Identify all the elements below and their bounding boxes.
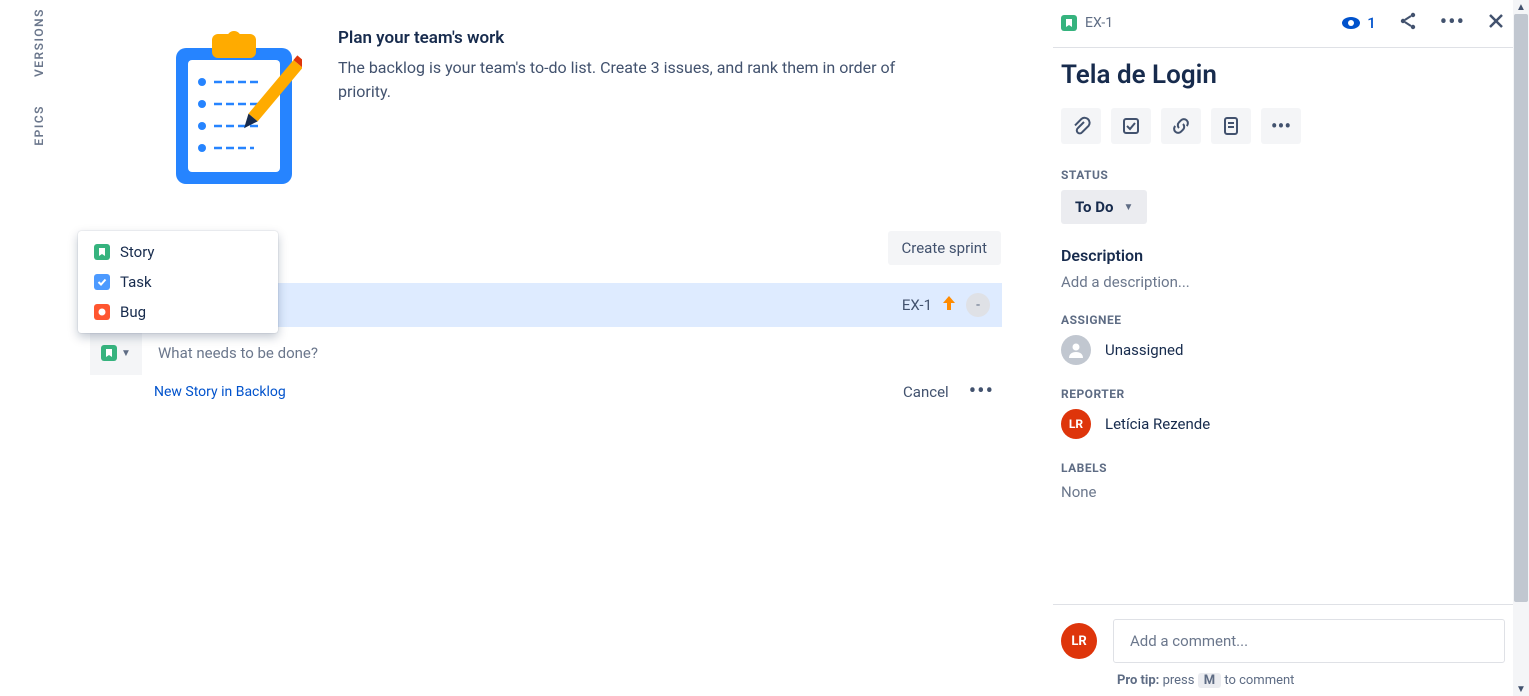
reporter-avatar: LR — [1061, 409, 1091, 439]
share-icon[interactable] — [1398, 11, 1418, 35]
close-icon[interactable] — [1487, 12, 1505, 34]
assignee-value: Unassigned — [1105, 341, 1183, 359]
inline-create-issue: ▼ New Story in Backlog Cancel ••• — [90, 331, 1002, 404]
issue-type-option-bug[interactable]: Bug — [78, 297, 278, 327]
description-field[interactable]: Add a description... — [1061, 273, 1505, 291]
vertical-scrollbar[interactable]: ▲ ▼ — [1513, 0, 1529, 696]
issue-type-option-story[interactable]: Story — [78, 237, 278, 267]
clipboard-illustration — [172, 28, 302, 188]
link-button[interactable] — [1161, 108, 1201, 144]
scroll-thumb[interactable] — [1514, 14, 1528, 602]
more-actions-icon[interactable]: ••• — [969, 379, 994, 404]
reporter-label: REPORTER — [1061, 387, 1505, 401]
issue-type-option-task[interactable]: Task — [78, 267, 278, 297]
attachment-icon — [1071, 116, 1091, 136]
issue-key[interactable]: EX-1 — [1085, 15, 1113, 31]
status-label: STATUS — [1061, 168, 1505, 182]
bug-icon — [94, 304, 110, 320]
issue-type-dropdown[interactable]: Story Task Bug — [78, 231, 278, 333]
issue-type-label: Story — [120, 243, 155, 261]
more-dots-icon: ••• — [1271, 114, 1291, 138]
add-subtask-button[interactable] — [1111, 108, 1151, 144]
issue-summary-input[interactable] — [154, 334, 1002, 372]
status-value: To Do — [1075, 198, 1113, 216]
story-icon — [94, 244, 110, 260]
add-page-button[interactable] — [1211, 108, 1251, 144]
inline-create-helper: New Story in Backlog — [154, 384, 286, 400]
reporter-field[interactable]: LR Letícia Rezende — [1061, 409, 1505, 439]
reporter-value: Letícia Rezende — [1105, 415, 1210, 433]
watch-count: 1 — [1367, 14, 1376, 32]
labels-label: LABELS — [1061, 461, 1505, 475]
cancel-button[interactable]: Cancel — [903, 383, 949, 401]
priority-high-icon — [942, 295, 956, 315]
scroll-up-arrow-icon[interactable]: ▲ — [1513, 0, 1529, 14]
link-icon — [1171, 116, 1191, 136]
unassigned-avatar-icon — [1061, 335, 1091, 365]
create-sprint-button[interactable]: Create sprint — [888, 231, 1002, 265]
chevron-down-icon: ▼ — [121, 348, 131, 359]
labels-field[interactable]: None — [1061, 483, 1505, 501]
tab-epics[interactable]: EPICS — [32, 105, 46, 146]
eye-icon — [1341, 16, 1361, 30]
more-actions-button[interactable]: ••• — [1261, 108, 1301, 144]
commenter-avatar: LR — [1061, 623, 1097, 659]
subtask-icon — [1121, 116, 1141, 136]
chevron-down-icon: ▼ — [1123, 202, 1133, 213]
tab-versions[interactable]: VERSIONS — [32, 8, 46, 77]
assignee-field[interactable]: Unassigned — [1061, 335, 1505, 365]
assignee-label: ASSIGNEE — [1061, 313, 1505, 327]
comment-input[interactable] — [1113, 619, 1505, 663]
story-icon — [101, 345, 117, 361]
empty-state-title: Plan your team's work — [338, 28, 928, 48]
story-icon — [1061, 15, 1077, 31]
attach-button[interactable] — [1061, 108, 1101, 144]
page-icon — [1222, 116, 1240, 136]
issue-type-selector[interactable]: ▼ — [90, 331, 142, 375]
issue-type-label: Task — [120, 273, 152, 291]
task-icon — [94, 274, 110, 290]
scroll-down-arrow-icon[interactable]: ▼ — [1513, 682, 1529, 696]
issue-title[interactable]: Tela de Login — [1061, 60, 1505, 90]
pro-tip-text: Pro tip: press M to comment — [1117, 673, 1505, 688]
watch-button[interactable]: 1 — [1341, 14, 1376, 32]
empty-state-body: The backlog is your team's to-do list. C… — [338, 56, 928, 104]
issue-type-label: Bug — [120, 303, 146, 321]
backlog-empty-state: Plan your team's work The backlog is you… — [80, 0, 1020, 216]
issue-key: EX-1 — [902, 296, 932, 314]
unassigned-avatar[interactable]: - — [966, 293, 990, 317]
more-actions-icon[interactable]: ••• — [1440, 10, 1465, 35]
issue-detail-panel: EX-1 1 ••• Tela de Login — [1053, 0, 1513, 696]
status-dropdown[interactable]: To Do ▼ — [1061, 190, 1147, 224]
description-label: Description — [1061, 246, 1505, 265]
